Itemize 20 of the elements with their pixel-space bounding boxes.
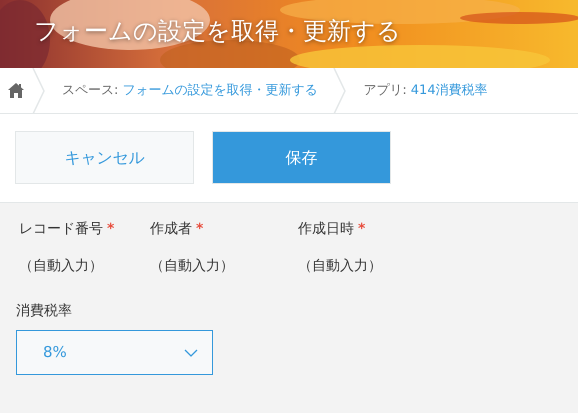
breadcrumb-label: アプリ: [363,82,407,100]
breadcrumb-link[interactable]: フォームの設定を取得・更新する [122,80,318,100]
field-label: 作成者 [150,220,192,239]
home-icon[interactable] [8,83,24,98]
field-value: （自動入力） [298,258,382,274]
field-value: （自動入力） [19,258,103,274]
field-label: 作成日時 [298,220,354,239]
required-mark: * [107,220,114,239]
required-mark: * [358,220,366,239]
page-title: フォームの設定を取得・更新する [33,16,401,47]
field-value: （自動入力） [150,258,234,274]
cancel-button[interactable]: キャンセル [15,131,194,184]
dropdown[interactable]: 8% [16,330,213,375]
required-mark: * [196,220,204,239]
field-label: 消費税率 [16,302,72,321]
breadcrumb-link[interactable]: 414消費税率 [410,80,488,100]
field-label: レコード番号 [19,220,103,239]
breadcrumb-label: スペース: [62,82,118,100]
save-button[interactable]: 保存 [212,131,391,184]
chevron-down-icon [184,348,198,356]
